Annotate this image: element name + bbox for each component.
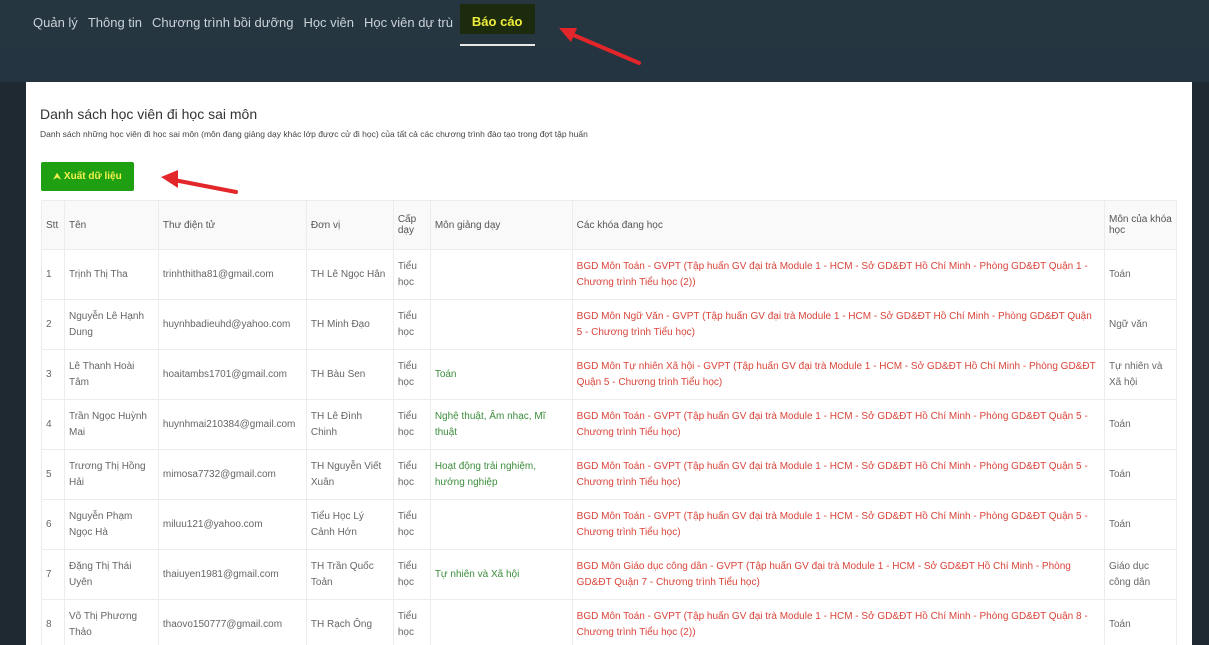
cell-name: Nguyễn Lê Hạnh Dung [63,299,159,350]
cell-teaching-subject: Hoạt động trải nghiệm, hướng nghiệp [429,449,573,500]
table-row: 1 Trịnh Thị Tha trinhthitha81@gmail.com … [41,249,1177,300]
table-row: 4 Trần Ngọc Huỳnh Mai huynhmai210384@gma… [41,399,1177,450]
cell-level: Tiểu học [392,599,431,645]
cell-teaching-subject [429,599,573,645]
nav-quan-ly[interactable]: Quản lý [28,0,83,40]
cell-course-subject: Toán [1104,449,1177,500]
cell-unit: Tiểu Học Lý Cảnh Hớn [305,499,394,550]
nav-thong-tin[interactable]: Thông tin [83,0,147,40]
top-navbar: Quản lý Thông tin Chương trình bồi dưỡng… [0,0,1209,48]
cell-stt: 3 [41,349,65,400]
cell-courses: BGD Môn Toán - GVPT (Tập huấn GV đại trà… [571,499,1106,550]
page-subtitle: Danh sách những học viên đi học sai môn … [40,129,588,139]
cell-courses: BGD Môn Giáo dục công dân - GVPT (Tập hu… [571,549,1106,600]
cell-email: thaovo150777@gmail.com [157,599,307,645]
cell-email: hoaitambs1701@gmail.com [157,349,307,400]
cell-courses: BGD Môn Toán - GVPT (Tập huấn GV đại trà… [571,449,1106,500]
page-title: Danh sách học viên đi học sai môn [40,106,258,122]
cell-teaching-subject: Toán [429,349,573,400]
table-row: 8 Võ Thị Phương Thảo thaovo150777@gmail.… [41,599,1177,645]
cell-email: trinhthitha81@gmail.com [157,249,307,300]
col-mon-giang-day[interactable]: Môn giảng dạy [429,200,573,250]
col-email[interactable]: Thư điện tử [157,200,307,250]
cell-course-subject: Giáo dục công dân [1104,549,1177,600]
cell-unit: TH Trần Quốc Toản [305,549,394,600]
cell-unit: TH Nguyễn Viết Xuân [305,449,394,500]
students-table: Stt Tên Thư điện tử Đơn vị Cấp dạy Môn g… [41,200,1177,645]
cell-unit: TH Lê Đình Chinh [305,399,394,450]
cell-name: Võ Thị Phương Thảo [63,599,159,645]
cell-name: Trịnh Thị Tha [63,249,159,300]
cell-courses: BGD Môn Toán - GVPT (Tập huấn GV đại trà… [571,249,1106,300]
nav-chuong-trinh[interactable]: Chương trình bồi dưỡng [147,0,298,40]
cell-course-subject: Toán [1104,399,1177,450]
table-header-row: Stt Tên Thư điện tử Đơn vị Cấp dạy Môn g… [41,200,1177,250]
cell-level: Tiểu học [392,449,431,500]
col-don-vi[interactable]: Đơn vị [305,200,394,250]
export-label: Xuất dữ liệu [63,171,122,182]
cell-name: Trần Ngọc Huỳnh Mai [63,399,159,450]
cell-email: huynhbadieuhd@yahoo.com [157,299,307,350]
table-row: 5 Trương Thị Hồng Hải mimosa7732@gmail.c… [41,449,1177,500]
cell-stt: 8 [41,599,65,645]
cell-name: Trương Thị Hồng Hải [63,449,159,500]
table-row: 7 Đặng Thị Thái Uyên thaiuyen1981@gmail.… [41,549,1177,600]
cell-courses: BGD Môn Toán - GVPT (Tập huấn GV đại trà… [571,599,1106,645]
cell-unit: TH Rạch Ông [305,599,394,645]
table-body: 1 Trịnh Thị Tha trinhthitha81@gmail.com … [41,249,1177,645]
nav-hoc-vien[interactable]: Học viên [298,0,359,40]
cell-teaching-subject [429,499,573,550]
cell-unit: TH Minh Đạo [305,299,394,350]
cell-courses: BGD Môn Tự nhiên Xã hội - GVPT (Tập huấn… [571,349,1106,400]
table-row: 2 Nguyễn Lê Hạnh Dung huynhbadieuhd@yaho… [41,299,1177,350]
col-ten[interactable]: Tên [63,200,159,250]
cell-teaching-subject: Tự nhiên và Xã hội [429,549,573,600]
upload-icon: ⮝ [53,171,61,181]
cell-email: huynhmai210384@gmail.com [157,399,307,450]
cell-course-subject: Ngữ văn [1104,299,1177,350]
cell-teaching-subject [429,249,573,300]
header-band [0,48,1209,82]
cell-email: miluu121@yahoo.com [157,499,307,550]
cell-stt: 2 [41,299,65,350]
col-mon-khoa-hoc[interactable]: Môn của khóa học [1104,200,1177,250]
cell-level: Tiểu học [392,299,431,350]
cell-email: mimosa7732@gmail.com [157,449,307,500]
cell-level: Tiểu học [392,549,431,600]
report-card: Danh sách học viên đi học sai môn Danh s… [26,82,1192,645]
nav-bao-cao[interactable]: Báo cáo [459,4,535,46]
cell-stt: 4 [41,399,65,450]
cell-name: Đặng Thị Thái Uyên [63,549,159,600]
cell-courses: BGD Môn Toán - GVPT (Tập huấn GV đại trà… [571,399,1106,450]
cell-stt: 7 [41,549,65,600]
cell-level: Tiểu học [392,249,431,300]
main-nav: Quản lý Thông tin Chương trình bồi dưỡng… [28,0,535,48]
export-button[interactable]: ⮝ Xuất dữ liệu [41,162,134,191]
cell-course-subject: Tự nhiên và Xã hội [1104,349,1177,400]
cell-teaching-subject: Nghệ thuật, Âm nhạc, Mĩ thuật [429,399,573,450]
cell-stt: 1 [41,249,65,300]
cell-unit: TH Lê Ngọc Hân [305,249,394,300]
cell-courses: BGD Môn Ngữ Văn - GVPT (Tập huấn GV đại … [571,299,1106,350]
cell-course-subject: Toán [1104,599,1177,645]
cell-level: Tiểu học [392,499,431,550]
cell-level: Tiểu học [392,349,431,400]
cell-name: Lê Thanh Hoài Tâm [63,349,159,400]
cell-email: thaiuyen1981@gmail.com [157,549,307,600]
cell-stt: 5 [41,449,65,500]
cell-course-subject: Toán [1104,499,1177,550]
cell-teaching-subject [429,299,573,350]
cell-name: Nguyễn Phạm Ngọc Hà [63,499,159,550]
table-row: 3 Lê Thanh Hoài Tâm hoaitambs1701@gmail.… [41,349,1177,400]
table-row: 6 Nguyễn Phạm Ngọc Hà miluu121@yahoo.com… [41,499,1177,550]
col-stt[interactable]: Stt [41,200,65,250]
cell-stt: 6 [41,499,65,550]
cell-level: Tiểu học [392,399,431,450]
cell-course-subject: Toán [1104,249,1177,300]
nav-hoc-vien-du-tru[interactable]: Học viên dự trù [359,0,458,40]
col-cap-day[interactable]: Cấp dạy [392,200,431,250]
cell-unit: TH Bàu Sen [305,349,394,400]
col-cac-khoa[interactable]: Các khóa đang học [571,200,1106,250]
